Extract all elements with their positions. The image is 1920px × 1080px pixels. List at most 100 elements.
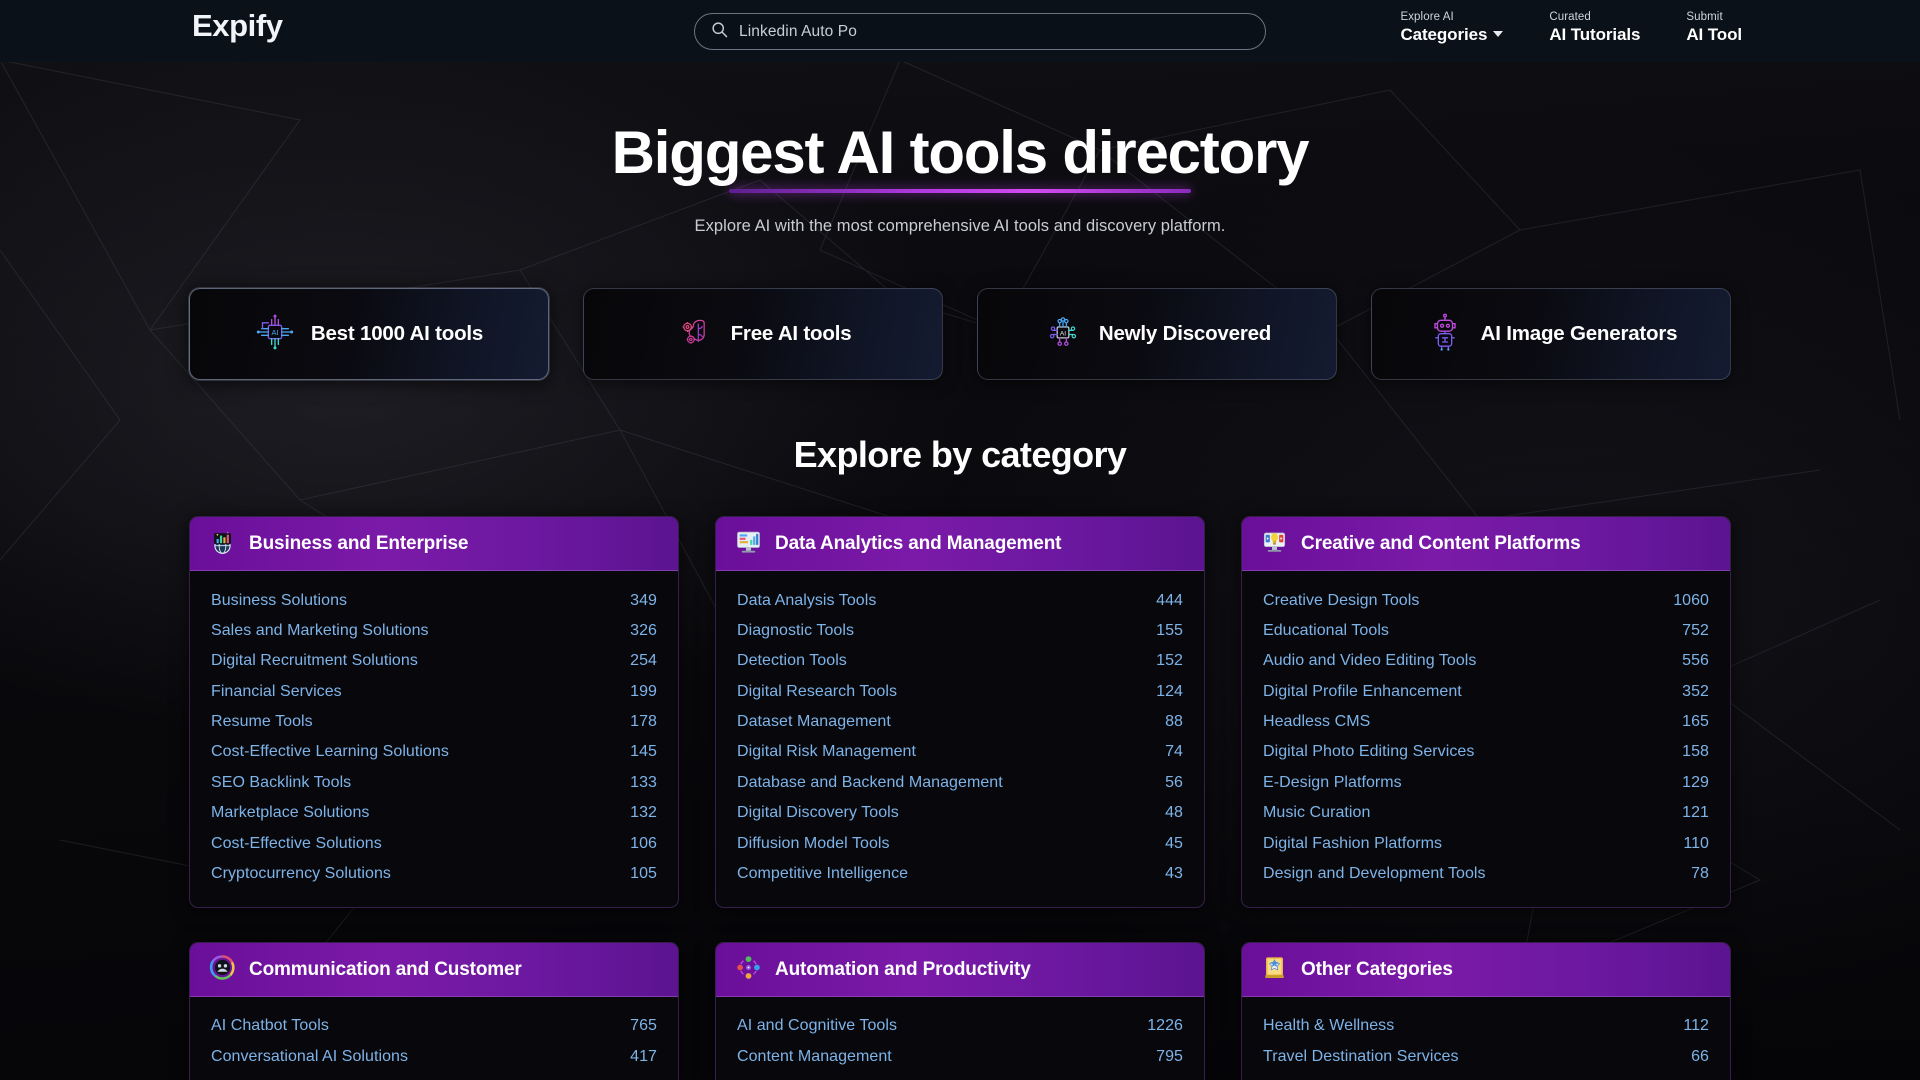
category-card-header[interactable]: Creative and Content Platforms bbox=[1242, 517, 1730, 572]
category-item[interactable]: Data Analysis Tools 444 bbox=[737, 585, 1183, 615]
category-item[interactable]: Digital Risk Management 74 bbox=[737, 737, 1183, 767]
search-input[interactable] bbox=[739, 22, 1249, 41]
category-card-header[interactable]: Automation and Productivity bbox=[716, 943, 1204, 998]
category-list: AI Chatbot Tools 765 Conversational AI So… bbox=[190, 997, 678, 1080]
category-item-label: Travel Destination Services bbox=[1263, 1047, 1459, 1065]
section-heading-explore-by-category: Explore by category bbox=[793, 434, 1127, 476]
category-item-label: Cost-Effective Solutions bbox=[211, 834, 382, 852]
logo[interactable]: Expify bbox=[192, 8, 283, 44]
category-item-count: 124 bbox=[1156, 682, 1183, 700]
category-item[interactable]: Headless CMS 165 bbox=[1263, 707, 1709, 737]
category-item[interactable]: Competitive Intelligence 43 bbox=[737, 859, 1183, 889]
category-item-count: 133 bbox=[630, 773, 657, 791]
category-item-count: 155 bbox=[1156, 621, 1183, 639]
svg-text:AI: AI bbox=[271, 328, 278, 337]
category-item-label: Cost-Effective Learning Solutions bbox=[211, 743, 449, 761]
category-item-label: Marketplace Solutions bbox=[211, 804, 370, 822]
feature-button-best-1000-ai-tools[interactable]: AI Best 1000 AI tools bbox=[189, 288, 549, 381]
category-item-count: 45 bbox=[1165, 834, 1183, 852]
category-item[interactable]: Business Solutions 349 bbox=[211, 585, 657, 615]
feature-label-ai-image-generators: AI Image Generators bbox=[1480, 322, 1678, 346]
category-item[interactable]: Design and Development Tools 78 bbox=[1263, 859, 1709, 889]
svg-text:AI: AI bbox=[1060, 330, 1066, 337]
category-item[interactable]: Creative Design Tools 1060 bbox=[1263, 585, 1709, 615]
category-list: Data Analysis Tools 444 Diagnostic Tools 1… bbox=[716, 571, 1204, 907]
nav-item-ai-tutorials[interactable]: Curated AI Tutorials bbox=[1549, 10, 1640, 46]
category-item-count: 556 bbox=[1682, 652, 1709, 670]
category-card-header[interactable]: Other Categories bbox=[1242, 943, 1730, 998]
category-item[interactable]: Digital Fashion Platforms 110 bbox=[1263, 828, 1709, 858]
category-item-count: 88 bbox=[1165, 713, 1183, 731]
search-bar[interactable] bbox=[694, 13, 1266, 50]
nav-label-categories: Categories bbox=[1400, 25, 1488, 44]
nav-item-ai-tool[interactable]: Submit AI Tool bbox=[1686, 10, 1742, 46]
category-item[interactable]: Audio and Video Editing Tools 556 bbox=[1263, 646, 1709, 676]
category-item-label: Conversational AI Solutions bbox=[211, 1047, 409, 1065]
category-item[interactable]: Health & Wellness 112 bbox=[1263, 1011, 1709, 1041]
category-item[interactable]: E-Design Platforms 129 bbox=[1263, 768, 1709, 798]
category-item[interactable]: Digital Discovery Tools 48 bbox=[737, 798, 1183, 828]
category-item[interactable]: Music Curation 121 bbox=[1263, 798, 1709, 828]
category-item[interactable]: Financial Services 199 bbox=[211, 677, 657, 707]
category-item-count: 352 bbox=[1682, 682, 1709, 700]
category-item[interactable]: SEO Backlink Tools 133 bbox=[211, 768, 657, 798]
category-item-count: 1226 bbox=[1147, 1017, 1183, 1035]
category-item[interactable]: Digital Recruitment Solutions 254 bbox=[211, 646, 657, 676]
category-item[interactable]: Database and Backend Management 56 bbox=[737, 768, 1183, 798]
category-item-label: E-Design Platforms bbox=[1263, 773, 1402, 791]
category-item[interactable]: Digital Research Tools 124 bbox=[737, 677, 1183, 707]
category-item[interactable]: AI Chatbot Tools 765 bbox=[211, 1011, 657, 1041]
ai-circuit-icon: AI bbox=[1043, 312, 1083, 357]
category-item-label: Digital Photo Editing Services bbox=[1263, 743, 1475, 761]
category-item-count: 145 bbox=[630, 743, 657, 761]
category-grid: Business and Enterprise Business Solutio… bbox=[189, 516, 1731, 1080]
category-item[interactable]: Content Management 795 bbox=[737, 1042, 1183, 1072]
automation-nodes-icon bbox=[735, 954, 762, 986]
category-item[interactable]: Diagnostic Tools 155 bbox=[737, 616, 1183, 646]
category-item-count: 326 bbox=[630, 621, 657, 639]
category-item[interactable]: AI and Cognitive Tools 1226 bbox=[737, 1011, 1183, 1041]
category-item-count: 165 bbox=[1682, 713, 1709, 731]
category-item-label: Digital Recruitment Solutions bbox=[211, 652, 418, 670]
feature-button-ai-image-generators[interactable]: AI Image Generators bbox=[1371, 288, 1731, 381]
hero-section: Biggest AI tools directory Explore AI wi… bbox=[0, 62, 1920, 236]
category-title: Creative and Content Platforms bbox=[1301, 532, 1581, 554]
category-item[interactable]: Resume Tools 178 bbox=[211, 707, 657, 737]
category-item[interactable]: Travel Destination Services 66 bbox=[1263, 1042, 1709, 1072]
category-item-label: Audio and Video Editing Tools bbox=[1263, 652, 1477, 670]
category-item[interactable]: Educational Tools 752 bbox=[1263, 616, 1709, 646]
category-item-count: 444 bbox=[1156, 591, 1183, 609]
feature-button-free-ai-tools[interactable]: Free AI tools bbox=[583, 288, 943, 381]
category-card-other-categories: Other Categories Health & Wellness 112 Tr… bbox=[1241, 942, 1731, 1080]
category-item[interactable]: Conversational AI Solutions 417 bbox=[211, 1042, 657, 1072]
category-item[interactable]: Cost-Effective Learning Solutions 145 bbox=[211, 737, 657, 767]
category-item[interactable]: Cost-Effective Solutions 106 bbox=[211, 828, 657, 858]
category-card-communication-and-customer: Communication and Customer AI Chatbot To… bbox=[189, 942, 679, 1080]
category-item[interactable]: Digital Profile Enhancement 352 bbox=[1263, 677, 1709, 707]
category-card-header[interactable]: Data Analytics and Management bbox=[716, 517, 1204, 572]
category-item-count: 121 bbox=[1682, 804, 1709, 822]
category-item[interactable]: Detection Tools 152 bbox=[737, 646, 1183, 676]
category-item-label: Design and Development Tools bbox=[1263, 864, 1486, 882]
category-item-count: 129 bbox=[1682, 773, 1709, 791]
category-item[interactable]: Diffusion Model Tools 45 bbox=[737, 828, 1183, 858]
globe-chart-icon bbox=[209, 528, 236, 560]
feature-label-free-ai-tools: Free AI tools bbox=[730, 322, 852, 346]
category-card-header[interactable]: Business and Enterprise bbox=[190, 517, 678, 572]
chevron-down-icon[interactable] bbox=[1493, 31, 1504, 37]
category-card-header[interactable]: Communication and Customer bbox=[190, 943, 678, 998]
category-item-count: 158 bbox=[1682, 743, 1709, 761]
category-item-label: Sales and Marketing Solutions bbox=[211, 621, 429, 639]
category-item[interactable]: Sales and Marketing Solutions 326 bbox=[211, 616, 657, 646]
chat-circle-icon bbox=[209, 954, 236, 986]
category-item-count: 349 bbox=[630, 591, 657, 609]
category-card-automation-and-productivity: Automation and Productivity AI and Cogni… bbox=[715, 942, 1205, 1080]
category-item[interactable]: Marketplace Solutions 132 bbox=[211, 798, 657, 828]
category-item-label: Digital Research Tools bbox=[737, 682, 897, 700]
feature-button-newly-discovered[interactable]: AI Newly Discovered bbox=[977, 288, 1337, 381]
nav-item-categories[interactable]: Explore AI Categories bbox=[1400, 10, 1504, 46]
category-item[interactable]: Digital Photo Editing Services 158 bbox=[1263, 737, 1709, 767]
category-item[interactable]: Dataset Management 88 bbox=[737, 707, 1183, 737]
nav-kicker-ai-tool: Submit bbox=[1686, 11, 1723, 23]
category-item[interactable]: Cryptocurrency Solutions 105 bbox=[211, 859, 657, 889]
